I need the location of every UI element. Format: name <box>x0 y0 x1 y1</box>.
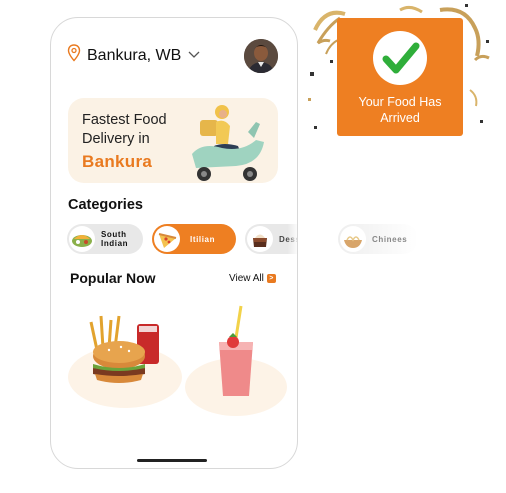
delivery-scooter-illustration <box>192 105 264 181</box>
location-label: Bankura, WB <box>87 46 182 64</box>
checkmark-icon <box>373 31 427 85</box>
notification-message: Your Food Has Arrived <box>337 94 463 126</box>
phone-frame: Bankura, WB Fastest Food Delivery in Ban… <box>50 17 298 469</box>
category-label-itilian: Itilian <box>190 234 216 244</box>
notification-line1: Your Food Has <box>358 95 442 109</box>
pizza-icon <box>154 226 180 252</box>
location-pin-icon <box>67 44 81 67</box>
category-label-line1: South <box>101 230 127 239</box>
burger-combo-item[interactable] <box>85 310 167 392</box>
promo-banner[interactable]: Fastest Food Delivery in Bankura <box>68 98 278 183</box>
category-label-line2: Indian <box>101 239 129 248</box>
chip-fade-overlay <box>287 218 297 258</box>
avatar[interactable] <box>244 39 278 73</box>
category-chip-south-indian[interactable]: South Indian <box>67 224 143 254</box>
order-arrived-notification[interactable]: Your Food Has Arrived <box>337 18 463 136</box>
dessert-icon <box>247 226 273 252</box>
banner-line2: Delivery in <box>82 131 150 147</box>
category-chip-itilian[interactable]: Itilian <box>152 224 236 254</box>
view-all-link[interactable]: View All > <box>229 273 276 284</box>
popular-heading: Popular Now <box>70 270 156 286</box>
noodles-icon <box>340 226 366 252</box>
south-indian-food-icon <box>69 226 95 252</box>
categories-heading: Categories <box>68 197 143 213</box>
banner-line1: Fastest Food <box>82 112 167 128</box>
chevron-down-icon <box>187 47 201 65</box>
view-all-label: View All <box>229 273 264 284</box>
location-selector[interactable]: Bankura, WB <box>67 44 201 67</box>
home-indicator <box>137 459 207 462</box>
notification-line2: Arrived <box>380 111 420 125</box>
category-label-chinees: Chinees <box>372 234 408 244</box>
strawberry-drink-item[interactable] <box>211 304 261 400</box>
category-chip-chinees[interactable]: Chinees <box>338 224 418 254</box>
arrow-right-icon: > <box>266 274 276 283</box>
banner-city: Bankura <box>82 152 153 171</box>
category-label-south-indian: South Indian <box>101 230 128 248</box>
